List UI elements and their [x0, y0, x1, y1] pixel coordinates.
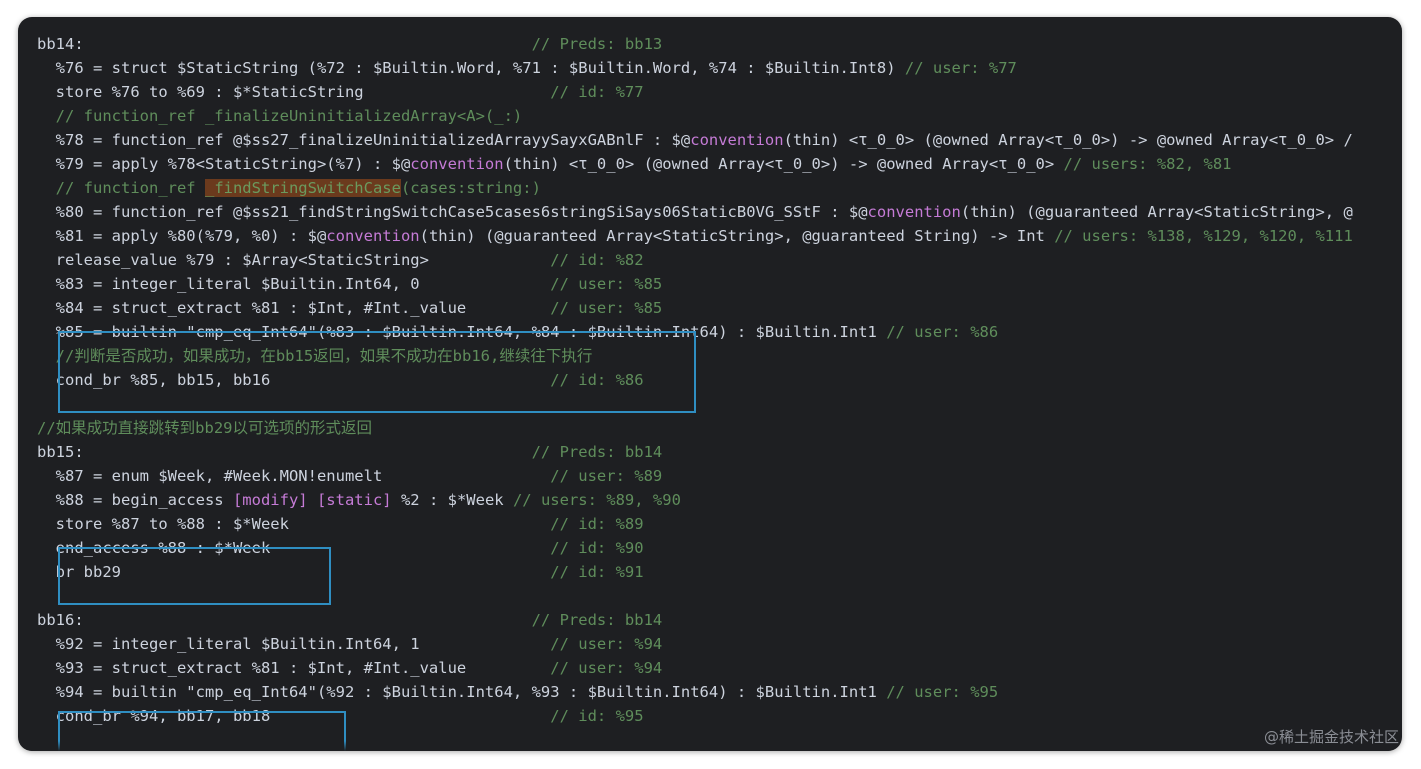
code-token: %80 = function_ref @$ss21_findStringSwit…	[37, 203, 868, 221]
code-comment: // user: %94	[550, 659, 663, 677]
code-line: %94 = builtin "cmp_eq_Int64"(%92 : $Buil…	[18, 680, 1402, 704]
code-line: %83 = integer_literal $Builtin.Int64, 0 …	[18, 272, 1402, 296]
code-token: %93 = struct_extract %81 : $Int, #Int._v…	[37, 659, 551, 677]
code-line: %92 = integer_literal $Builtin.Int64, 1 …	[18, 632, 1402, 656]
code-line: %87 = enum $Week, #Week.MON!enumelt // u…	[18, 464, 1402, 488]
code-line: store %87 to %88 : $*Week // id: %89	[18, 512, 1402, 536]
code-line: bb15: // Preds: bb14	[18, 440, 1402, 464]
code-line: %81 = apply %80(%79, %0) : $@convention(…	[18, 224, 1402, 248]
code-line: // function_ref _finalizeUninitializedAr…	[18, 104, 1402, 128]
code-comment: // id: %77	[550, 83, 644, 101]
code-comment: (cases:string:)	[400, 179, 541, 197]
code-line: %78 = function_ref @$ss27_finalizeUninit…	[18, 128, 1402, 152]
code-token: (thin) <τ_0_0> (@owned Array<τ_0_0>) -> …	[503, 155, 1064, 173]
code-comment: // id: %90	[550, 539, 644, 557]
code-comment: // function_ref _finalizeUninitializedAr…	[37, 107, 523, 125]
code-token: (thin) (@guaranteed Array<StaticString>,…	[419, 227, 1055, 245]
code-comment: // Preds: bb14	[531, 443, 663, 461]
code-line: store %76 to %69 : $*StaticString // id:…	[18, 80, 1402, 104]
code-token: %79 = apply %78<StaticString>(%7) : $@	[37, 155, 411, 173]
code-line: %79 = apply %78<StaticString>(%7) : $@co…	[18, 152, 1402, 176]
code-comment: // id: %91	[550, 563, 644, 581]
search-match-highlight: _findStringSwitchCase	[204, 179, 401, 197]
code-token: store %76 to %69 : $*StaticString	[37, 83, 551, 101]
annotation-box-cond-br-86	[58, 331, 696, 413]
code-token: %84 = struct_extract %81 : $Int, #Int._v…	[37, 299, 551, 317]
code-comment: // Preds: bb13	[531, 35, 663, 53]
code-comment: // user: %85	[550, 299, 663, 317]
code-comment: // user: %94	[550, 635, 663, 653]
code-token: convention	[690, 131, 784, 149]
code-comment: // users: %82, %81	[1063, 155, 1232, 173]
code-token: %81 = apply %80(%79, %0) : $@	[37, 227, 327, 245]
code-editor-panel: bb14: // Preds: bb13 %76 = struct $Stati…	[18, 17, 1402, 751]
code-comment: // user: %85	[550, 275, 663, 293]
code-token: %94 = builtin "cmp_eq_Int64"(%92 : $Buil…	[37, 683, 887, 701]
watermark-text: @稀土掘金技术社区	[1263, 728, 1399, 746]
code-token: convention	[867, 203, 961, 221]
code-comment: // users: %138, %129, %120, %111	[1054, 227, 1353, 245]
code-line: //如果成功直接跳转到bb29以可选项的形式返回	[18, 416, 1402, 440]
code-token: bb14:	[37, 35, 532, 53]
code-token: bb15:	[37, 443, 532, 461]
code-comment: // user: %89	[550, 467, 663, 485]
code-token: [modify]	[232, 491, 308, 509]
code-line: bb16: // Preds: bb14	[18, 608, 1402, 632]
bottom-fade	[18, 741, 1402, 751]
code-comment: // function_ref	[37, 179, 205, 197]
code-comment: // Preds: bb14	[531, 611, 663, 629]
code-line: %93 = struct_extract %81 : $Int, #Int._v…	[18, 656, 1402, 680]
code-line: %84 = struct_extract %81 : $Int, #Int._v…	[18, 296, 1402, 320]
code-line: release_value %79 : $Array<StaticString>…	[18, 248, 1402, 272]
code-comment: //如果成功直接跳转到bb29以可选项的形式返回	[37, 419, 372, 437]
code-token: %72 : $Builtin.Word, %71 : $Builtin.Word…	[316, 59, 905, 77]
code-comment: // id: %95	[550, 707, 644, 725]
code-token: %92 = integer_literal $Builtin.Int64, 1	[37, 635, 551, 653]
code-comment: // user: %95	[886, 683, 999, 701]
code-token: convention	[410, 155, 504, 173]
code-token: (thin) (@guaranteed Array<StaticString>,…	[960, 203, 1353, 221]
code-token: store %87 to %88 : $*Week	[37, 515, 551, 533]
code-token: %87 = enum $Week, #Week.MON!enumelt	[37, 467, 551, 485]
code-token: [static]	[316, 491, 392, 509]
code-token: %83 = integer_literal $Builtin.Int64, 0	[37, 275, 551, 293]
code-token: convention	[326, 227, 420, 245]
code-token: %76 = struct $StaticString (	[37, 59, 317, 77]
code-token: (thin) <τ_0_0> (@owned Array<τ_0_0>) -> …	[783, 131, 1353, 149]
code-token: %88 = begin_access	[37, 491, 233, 509]
annotation-box-end-access-br	[58, 547, 331, 605]
code-line: bb14: // Preds: bb13	[18, 32, 1402, 56]
code-line: // function_ref _findStringSwitchCase(ca…	[18, 176, 1402, 200]
code-comment: // id: %82	[550, 251, 644, 269]
code-line: %88 = begin_access [modify] [static] %2 …	[18, 488, 1402, 512]
code-line: %80 = function_ref @$ss21_findStringSwit…	[18, 200, 1402, 224]
code-comment: // id: %89	[550, 515, 644, 533]
code-comment: // user: %86	[886, 323, 999, 341]
code-token: %2 : $*Week	[391, 491, 513, 509]
code-comment: // user: %77	[904, 59, 1017, 77]
code-token: release_value %79 : $Array<StaticString>	[37, 251, 551, 269]
code-token: bb16:	[37, 611, 532, 629]
code-comment: // users: %89, %90	[512, 491, 681, 509]
code-token: %78 = function_ref @$ss27_finalizeUninit…	[37, 131, 691, 149]
code-line: %76 = struct $StaticString (%72 : $Built…	[18, 56, 1402, 80]
